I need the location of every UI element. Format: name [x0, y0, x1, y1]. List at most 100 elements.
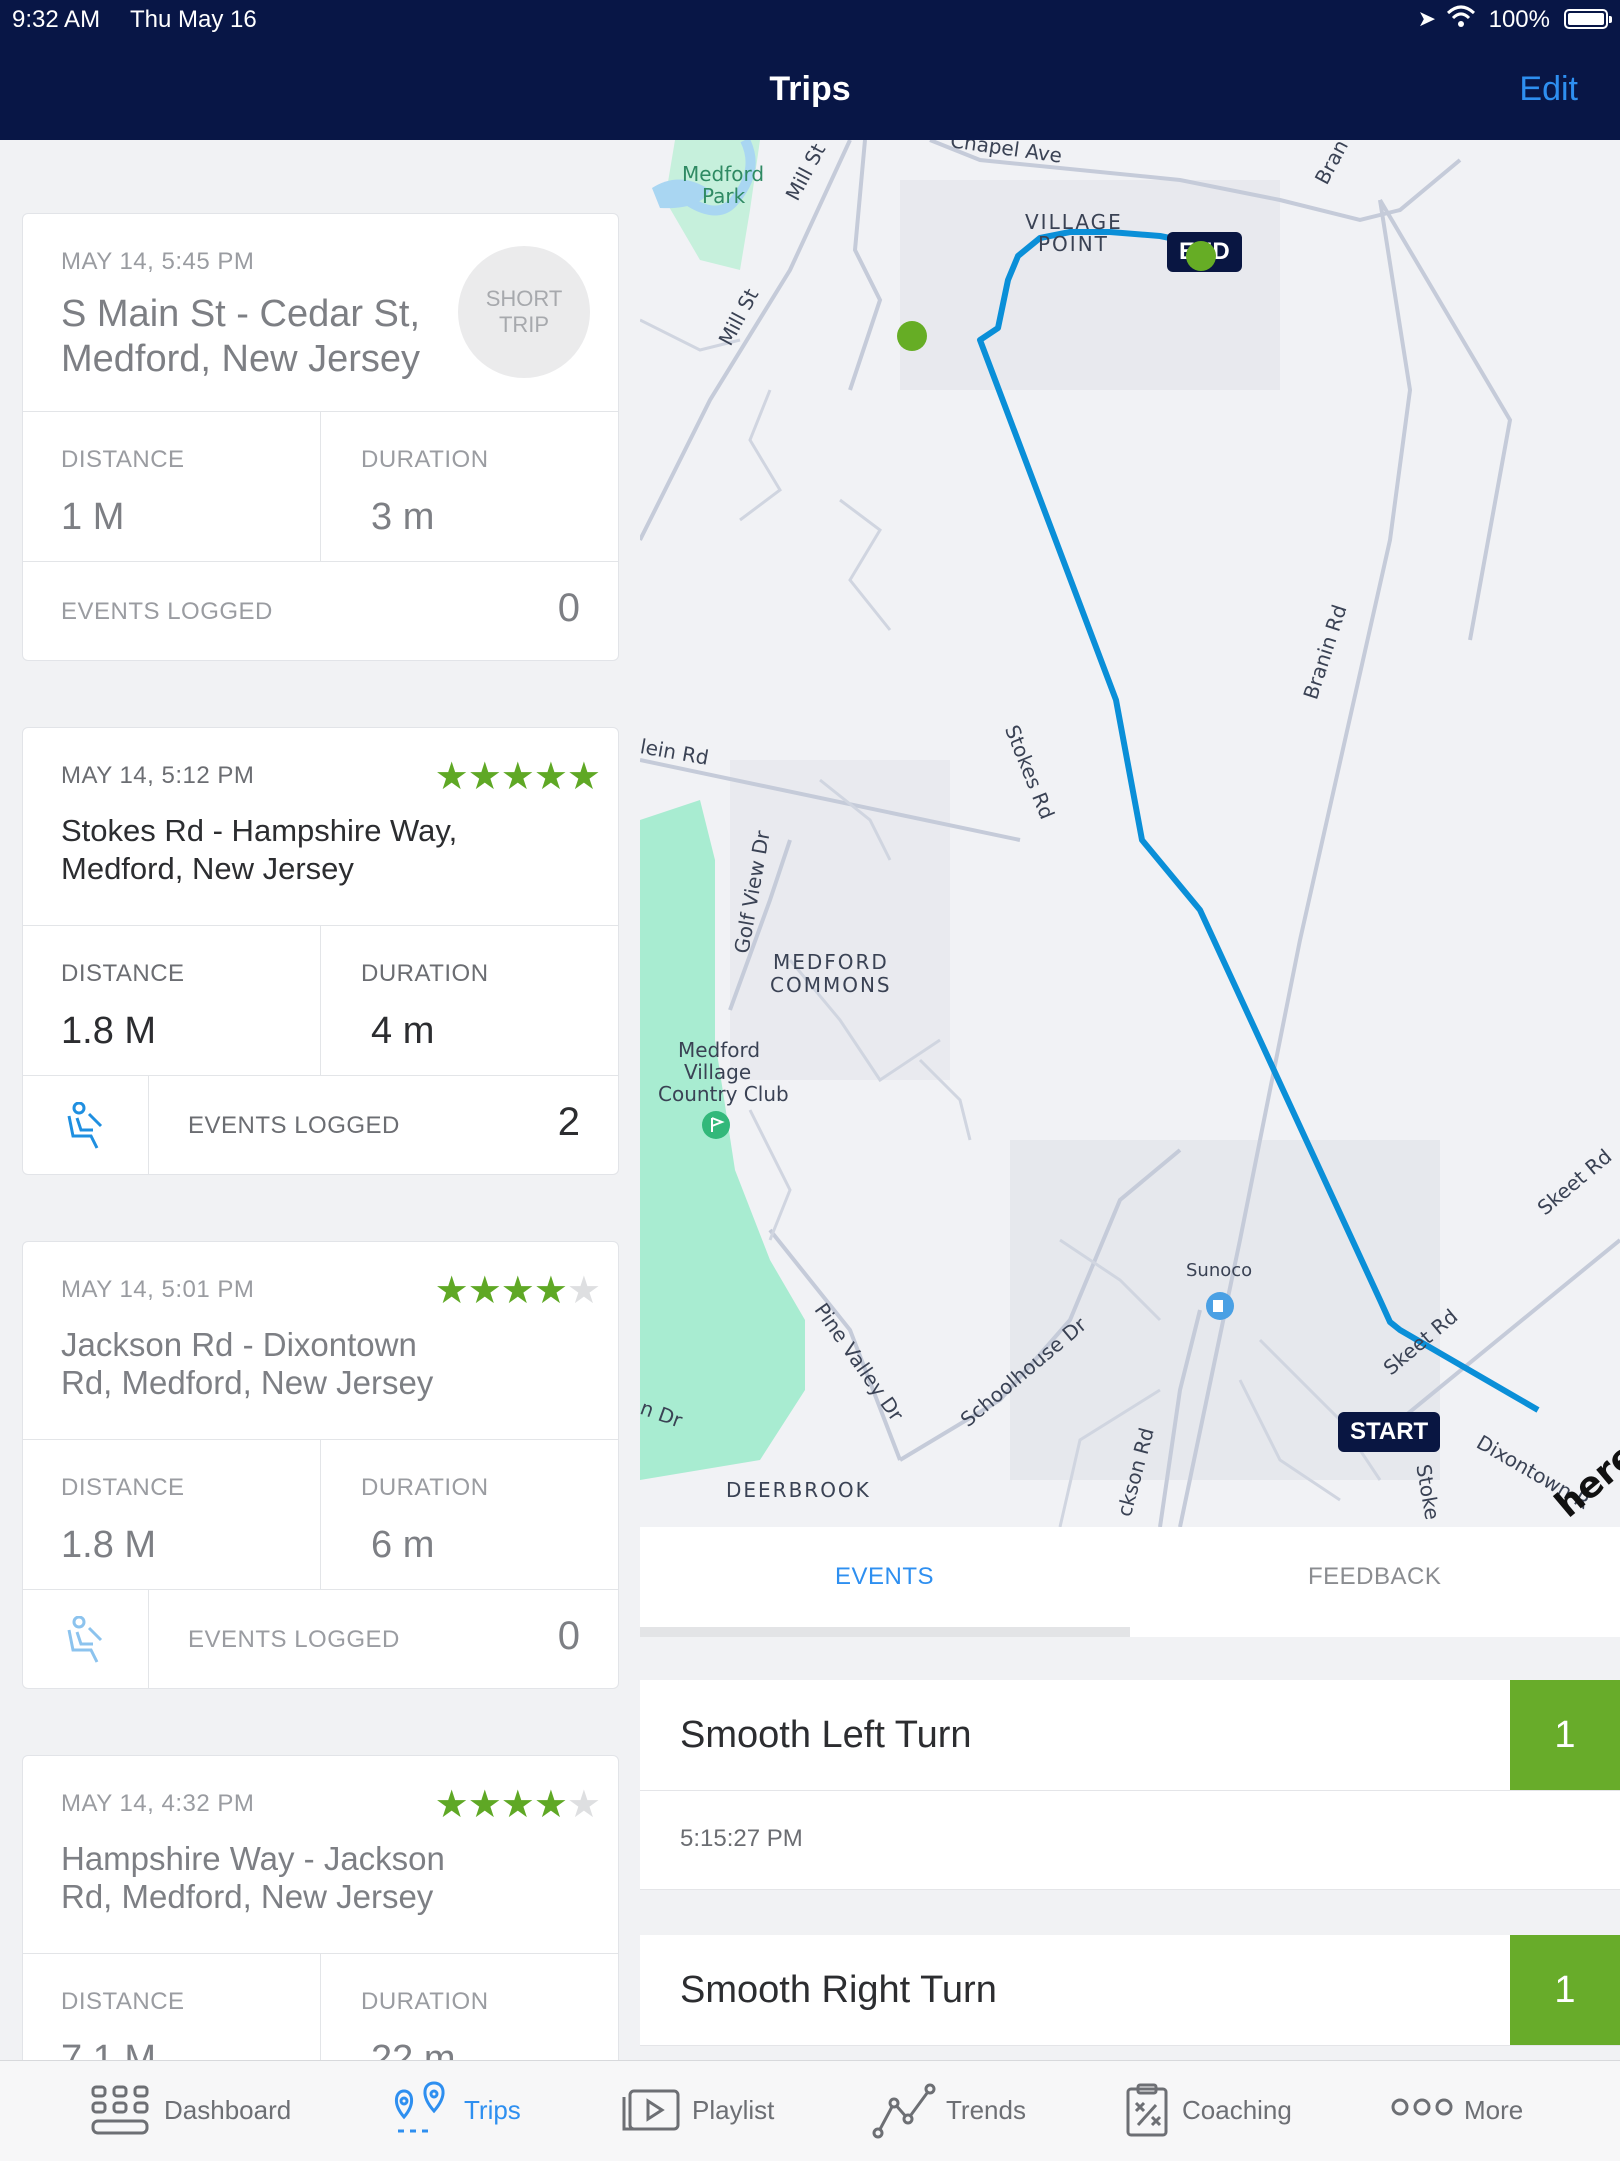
distance-value: 1 M: [61, 496, 125, 538]
distance-label: DISTANCE: [61, 960, 185, 987]
trip-date: MAY 14, 5:45 PM: [61, 248, 255, 275]
page-title: Trips: [769, 70, 851, 108]
tab-more[interactable]: More: [1390, 2061, 1550, 2161]
trip-rating: ★★★★★: [434, 756, 601, 798]
road-west-1: [848, 140, 883, 391]
battery-icon: [1564, 9, 1612, 29]
event-name: Smooth Right Turn: [680, 1969, 997, 2011]
status-bar: 9:32 AM Thu May 16 ➤ 100%: [0, 0, 1620, 40]
dashboard-icon: [91, 2085, 149, 2135]
tab-label: Trips: [464, 2095, 521, 2125]
trip-card[interactable]: MAY 14, 5:12 PM ★★★★★ Stokes Rd - Hampsh…: [22, 727, 619, 1175]
event-name: Smooth Left Turn: [680, 1714, 972, 1756]
event-count: 1: [1510, 1680, 1620, 1790]
duration-label: DURATION: [361, 446, 489, 473]
start-pin[interactable]: START: [1338, 1412, 1441, 1452]
trip-route: Hampshire Way - Jackson Rd, Medford, New…: [61, 1840, 445, 1915]
event-row[interactable]: Smooth Right Turn 1: [640, 1935, 1620, 2046]
gas-station-icon: [1206, 1292, 1234, 1320]
location-icon: ➤: [1417, 6, 1436, 31]
coaching-icon: [1126, 2083, 1168, 2137]
tab-label: More: [1464, 2095, 1524, 2125]
events-logged-label: EVENTS LOGGED: [188, 1626, 400, 1653]
trip-route: Stokes Rd - Hampshire Way, Medford, New …: [61, 813, 458, 886]
event-time: 5:15:27 PM: [680, 1825, 803, 1852]
trip-date: MAY 14, 4:32 PM: [61, 1790, 255, 1817]
trip-rating: ★★★★★: [434, 1784, 601, 1826]
duration-value: 6 m: [371, 1524, 435, 1566]
event-time-row: 5:15:27 PM: [640, 1791, 1620, 1890]
tab-events[interactable]: EVENTS: [835, 1563, 934, 1591]
tab-trips[interactable]: Trips: [390, 2061, 550, 2161]
playlist-icon: [622, 2089, 680, 2131]
status-date: Thu May 16: [130, 6, 257, 33]
road-east: [1378, 198, 1513, 641]
battery-percent: 100%: [1488, 6, 1550, 33]
detail-tabs: EVENTS FEEDBACK: [640, 1527, 1620, 1637]
tab-indicator: [640, 1627, 1130, 1637]
trip-date: MAY 14, 5:01 PM: [61, 1276, 255, 1303]
tab-bar: Dashboard Trips Playlist Trends Coaching…: [0, 2060, 1620, 2161]
tab-label: Trends: [946, 2095, 1026, 2125]
event-row[interactable]: Smooth Left Turn 1: [640, 1680, 1620, 1791]
trip-rating: ★★★★★: [434, 1270, 601, 1312]
map-label: Village: [684, 1060, 752, 1084]
distance-label: DISTANCE: [61, 1988, 185, 2015]
events-logged-count: 0: [557, 1614, 580, 1658]
tab-playlist[interactable]: Playlist: [620, 2061, 800, 2161]
event-marker-left-turn: [897, 321, 927, 351]
trip-date: MAY 14, 5:12 PM: [61, 762, 255, 789]
trip-card[interactable]: MAY 14, 4:32 PM ★★★★★ Hampshire Way - Ja…: [22, 1755, 619, 2060]
wifi-icon: [1446, 5, 1476, 27]
map-label: Sunoco: [1186, 1260, 1253, 1281]
driver-seat-icon: [23, 1076, 149, 1174]
road-lane-3: [839, 498, 892, 631]
tab-label: Coaching: [1182, 2095, 1292, 2125]
edit-button[interactable]: Edit: [1519, 70, 1578, 109]
tab-feedback[interactable]: FEEDBACK: [1308, 1563, 1441, 1591]
duration-value: 4 m: [371, 1010, 435, 1052]
tab-label: Dashboard: [164, 2095, 292, 2125]
trip-route: Jackson Rd - Dixontown Rd, Medford, New …: [61, 1326, 434, 1401]
duration-value: 3 m: [371, 496, 435, 538]
trends-icon: [872, 2083, 936, 2139]
events-logged-label: EVENTS LOGGED: [188, 1112, 400, 1139]
distance-label: DISTANCE: [61, 446, 185, 473]
short-trip-badge: SHORT TRIP: [458, 246, 590, 378]
map-canvas[interactable]: [640, 140, 1620, 1527]
duration-label: DURATION: [361, 960, 489, 987]
trip-route: S Main St - Cedar St, Medford, New Jerse…: [61, 293, 421, 380]
map-label: MEDFORD: [773, 950, 889, 974]
distance-label: DISTANCE: [61, 1474, 185, 1501]
events-logged-label: EVENTS LOGGED: [61, 598, 273, 625]
distance-value: 1.8 M: [61, 1010, 157, 1052]
trips-icon: [395, 2081, 445, 2133]
driver-seat-icon: [23, 1590, 149, 1688]
event-count: 1: [1510, 1935, 1620, 2045]
road-lane-2: [739, 389, 782, 522]
map-label: Park: [702, 184, 746, 208]
trip-card[interactable]: MAY 14, 5:45 PM S Main St - Cedar St, Me…: [22, 213, 619, 661]
tab-dashboard[interactable]: Dashboard: [90, 2061, 310, 2161]
trip-detail-panel: EVENTS FEEDBACK Smooth Left Turn 1 5:15:…: [640, 1527, 1620, 2060]
more-icon: [1391, 2098, 1453, 2116]
nav-bar: Trips Edit: [0, 40, 1620, 140]
events-logged-count: 0: [557, 586, 580, 630]
duration-label: DURATION: [361, 1474, 489, 1501]
events-logged-count: 2: [557, 1100, 580, 1144]
map-label: POINT: [1038, 232, 1109, 256]
road-lane-6: [748, 1109, 792, 1241]
tab-coaching[interactable]: Coaching: [1124, 2061, 1314, 2161]
trip-list[interactable]: MAY 14, 5:45 PM S Main St - Cedar St, Me…: [0, 140, 640, 2060]
map-label: Medford: [678, 1038, 761, 1062]
duration-label: DURATION: [361, 1988, 489, 2015]
map-label: DEERBROOK: [726, 1478, 871, 1502]
status-time: 9:32 AM: [12, 6, 101, 33]
trip-card[interactable]: MAY 14, 5:01 PM ★★★★★ Jackson Rd - Dixon…: [22, 1241, 619, 1689]
trip-map[interactable]: END START Medford Park Chapel Ave Mill S…: [640, 140, 1620, 1527]
golf-club-icon: [702, 1111, 730, 1139]
distance-value: 1.8 M: [61, 1524, 157, 1566]
end-event-marker: [1186, 241, 1216, 271]
map-label: COMMONS: [770, 973, 892, 997]
tab-trends[interactable]: Trends: [872, 2061, 1052, 2161]
